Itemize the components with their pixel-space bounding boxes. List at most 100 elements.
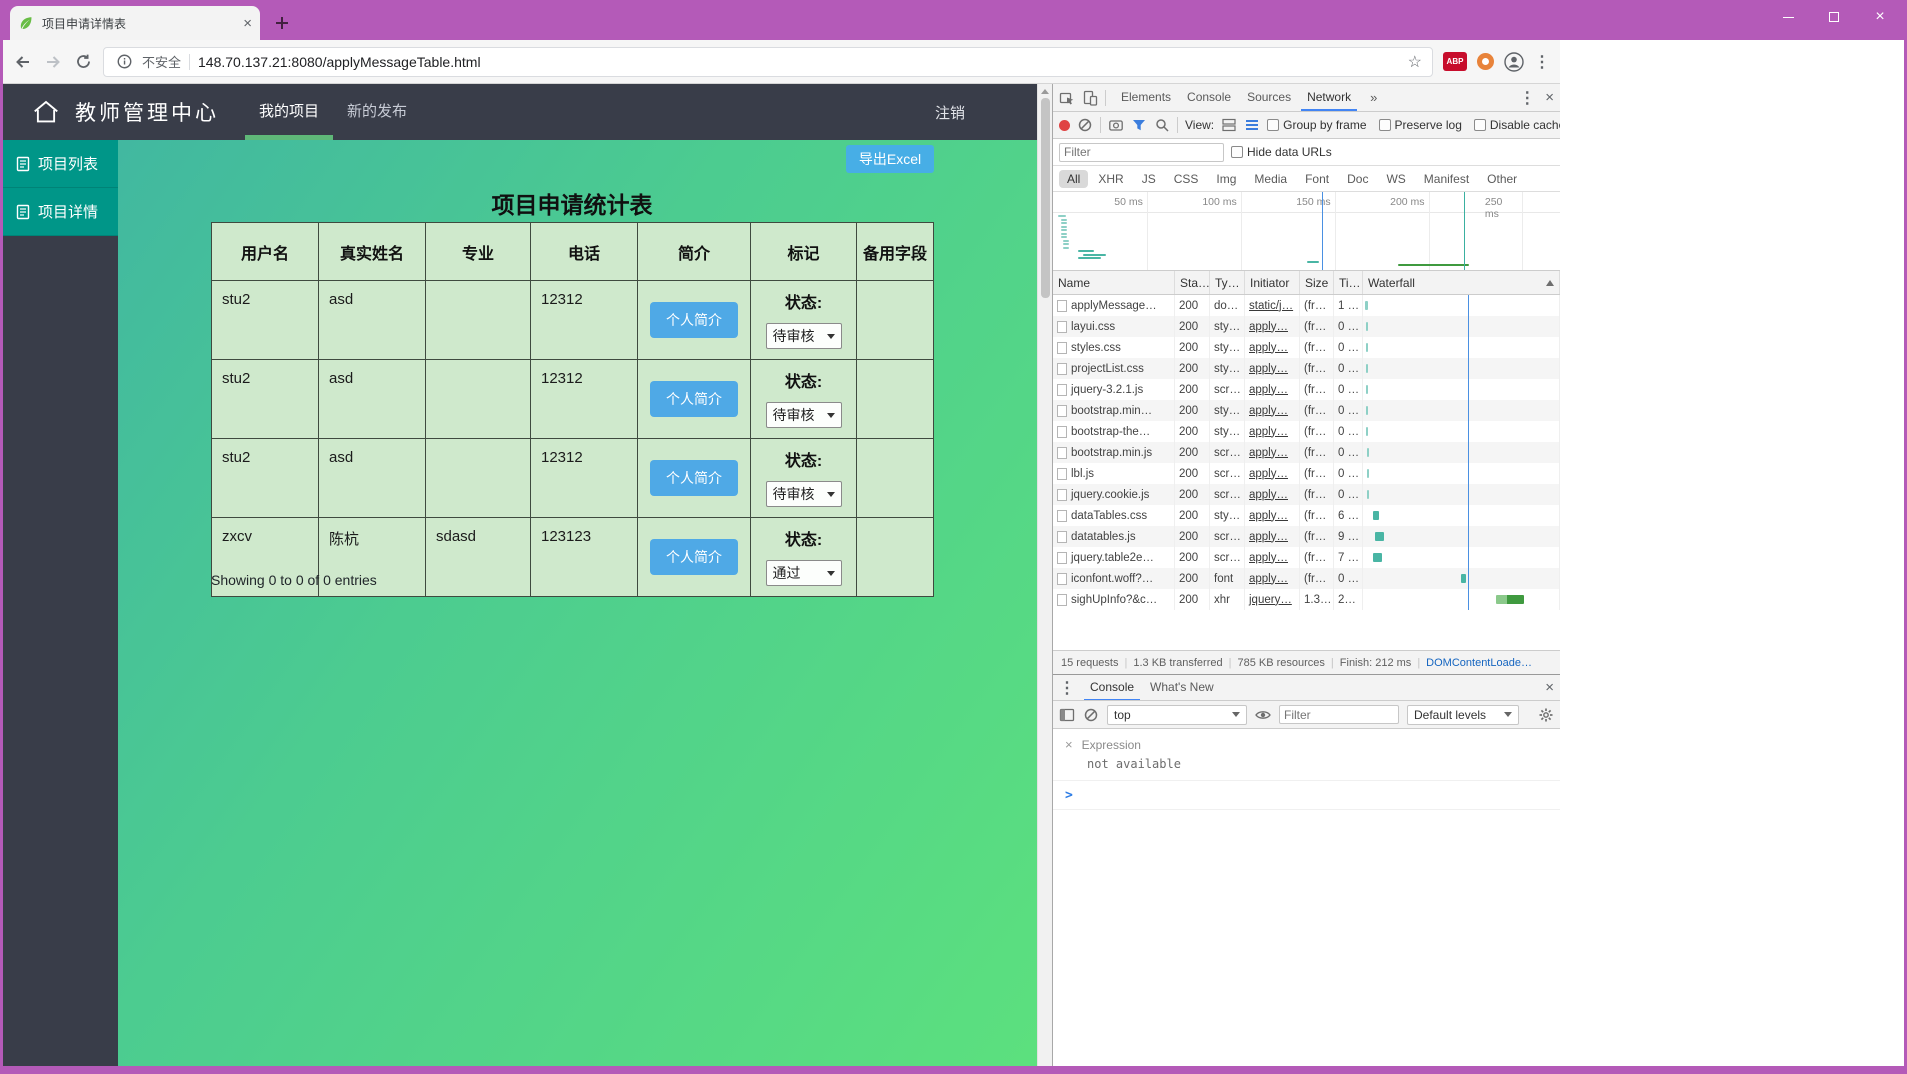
column-header-time[interactable]: Ti… [1334,271,1363,294]
devtools-tab-sources[interactable]: Sources [1239,84,1299,111]
large-rows-view-icon[interactable] [1221,117,1237,133]
devtools-tab-network[interactable]: Network [1299,84,1359,111]
column-header-type[interactable]: Ty… [1210,271,1245,294]
column-header-status[interactable]: Sta… [1175,271,1210,294]
filter-funnel-icon[interactable] [1131,117,1147,133]
network-request-row[interactable]: bootstrap-the… 200 sty… apply… (fr… 0 … [1053,421,1560,442]
network-request-row[interactable]: styles.css 200 sty… apply… (fr… 0 … [1053,337,1560,358]
network-request-row[interactable]: lbl.js 200 scr… apply… (fr… 0 … [1053,463,1560,484]
initiator-link[interactable]: apply… [1249,510,1288,522]
filter-pill-img[interactable]: Img [1208,170,1244,188]
console-filter-input[interactable] [1279,705,1399,724]
navbar-item[interactable]: 新的发布 [333,84,421,140]
clear-icon[interactable] [1077,117,1093,133]
network-request-row[interactable]: bootstrap.min.js 200 scr… apply… (fr… 0 … [1053,442,1560,463]
window-minimize-button[interactable] [1765,0,1811,34]
filter-pill-js[interactable]: JS [1134,170,1164,188]
create-live-expression-icon[interactable] [1255,707,1271,723]
initiator-link[interactable]: jquery… [1249,594,1292,606]
filter-pill-font[interactable]: Font [1297,170,1337,188]
column-header-name[interactable]: Name [1053,271,1175,294]
hide-data-urls-checkbox[interactable]: Hide data URLs [1231,145,1332,159]
scrollbar-thumb[interactable] [1040,98,1050,298]
toolbar-checkbox[interactable]: Group by frame [1267,118,1367,132]
filter-pill-xhr[interactable]: XHR [1090,170,1131,188]
browser-tab[interactable]: 项目申请详情表 × [10,6,260,40]
profile-intro-button[interactable]: 个人简介 [650,302,738,338]
initiator-link[interactable]: apply… [1249,384,1288,396]
network-filter-input[interactable] [1059,142,1224,162]
checkbox-icon[interactable] [1231,146,1243,158]
initiator-link[interactable]: apply… [1249,531,1288,543]
initiator-link[interactable]: apply… [1249,321,1288,333]
network-request-row[interactable]: jquery.table2e… 200 scr… apply… (fr… 7 … [1053,547,1560,568]
toolbar-checkbox[interactable]: Preserve log [1378,118,1462,132]
address-bar[interactable]: 不安全 148.70.137.21:8080/applyMessageTable… [103,46,1433,77]
inspect-element-icon[interactable] [1059,90,1075,106]
network-request-row[interactable]: iconfont.woff?… 200 font apply… (fr… 0 … [1053,568,1560,589]
status-select[interactable]: 待审核 [765,402,842,428]
initiator-link[interactable]: apply… [1249,573,1288,585]
back-icon[interactable] [13,52,33,72]
console-prompt[interactable]: > [1053,781,1560,810]
network-request-row[interactable]: applyMessage… 200 do… static/j… (fr… 1 … [1053,295,1560,316]
url-text[interactable]: 148.70.137.21:8080/applyMessageTable.htm… [198,54,1400,70]
network-request-row[interactable]: sighUpInfo?&c… 200 xhr jquery… 1.3… 2… [1053,589,1560,610]
network-request-row[interactable]: layui.css 200 sty… apply… (fr… 0 … [1053,316,1560,337]
toolbar-checkbox[interactable]: Disable cache [1473,118,1560,132]
new-tab-button[interactable] [270,12,294,34]
profile-intro-button[interactable]: 个人简介 [650,381,738,417]
overview-view-icon[interactable] [1244,117,1260,133]
tab-close-icon[interactable]: × [243,16,252,31]
log-levels-select[interactable]: Default levels [1407,704,1519,725]
filter-pill-other[interactable]: Other [1479,170,1525,188]
page-scrollbar[interactable] [1037,84,1052,1066]
more-tabs-icon[interactable]: » [1366,90,1381,105]
initiator-link[interactable]: apply… [1249,363,1288,375]
extension-icon[interactable] [1477,53,1494,70]
search-icon[interactable] [1154,117,1170,133]
forward-icon[interactable] [43,52,63,72]
console-settings-gear-icon[interactable] [1538,707,1554,723]
filter-pill-css[interactable]: CSS [1166,170,1207,188]
refresh-icon[interactable] [73,52,93,72]
profile-intro-button[interactable]: 个人简介 [650,539,738,575]
column-header-size[interactable]: Size [1300,271,1334,294]
network-timeline-overview[interactable]: 50 ms 100 ms 150 ms 200 ms 250 ms [1053,192,1560,271]
sort-ascending-icon[interactable] [1546,280,1554,286]
browser-menu-icon[interactable]: ⋮ [1534,52,1550,72]
checkbox-icon[interactable] [1267,119,1280,131]
network-request-row[interactable]: jquery.cookie.js 200 scr… apply… (fr… 0 … [1053,484,1560,505]
network-request-row[interactable]: bootstrap.min… 200 sty… apply… (fr… 0 … [1053,400,1560,421]
filter-pill-all[interactable]: All [1059,169,1089,188]
device-toolbar-icon[interactable] [1082,90,1098,106]
profile-intro-button[interactable]: 个人简介 [650,460,738,496]
network-request-row[interactable]: jquery-3.2.1.js 200 scr… apply… (fr… 0 … [1053,379,1560,400]
screenshot-camera-icon[interactable] [1108,117,1124,133]
column-header-wf[interactable]: Waterfall [1363,271,1560,294]
status-select[interactable]: 待审核 [765,323,842,349]
window-close-button[interactable]: × [1857,0,1903,34]
navbar-item[interactable]: 我的项目 [245,84,334,140]
drawer-menu-icon[interactable]: ⋮ [1059,678,1075,698]
export-excel-button[interactable]: 导出Excel [846,145,934,173]
filter-pill-media[interactable]: Media [1246,170,1295,188]
clear-console-icon[interactable] [1083,707,1099,723]
status-select[interactable]: 通过 [765,560,842,586]
adblock-extension-icon[interactable]: ABP [1443,52,1467,71]
status-select[interactable]: 待审核 [765,481,842,507]
devtools-tab-console[interactable]: Console [1179,84,1239,111]
filter-pill-manifest[interactable]: Manifest [1416,170,1477,188]
initiator-link[interactable]: apply… [1249,342,1288,354]
console-drawer-tab[interactable]: Console [1082,675,1142,700]
checkbox-icon[interactable] [1378,119,1391,131]
column-header-init[interactable]: Initiator [1245,271,1300,294]
filter-pill-ws[interactable]: WS [1378,170,1413,188]
info-icon[interactable] [114,52,134,72]
network-request-row[interactable]: dataTables.css 200 sty… apply… (fr… 6 … [1053,505,1560,526]
console-sidebar-icon[interactable] [1059,707,1075,723]
console-drawer-tab[interactable]: What's New [1142,675,1222,700]
remove-expression-icon[interactable]: × [1065,737,1073,752]
window-maximize-button[interactable] [1811,0,1857,34]
initiator-link[interactable]: apply… [1249,489,1288,501]
